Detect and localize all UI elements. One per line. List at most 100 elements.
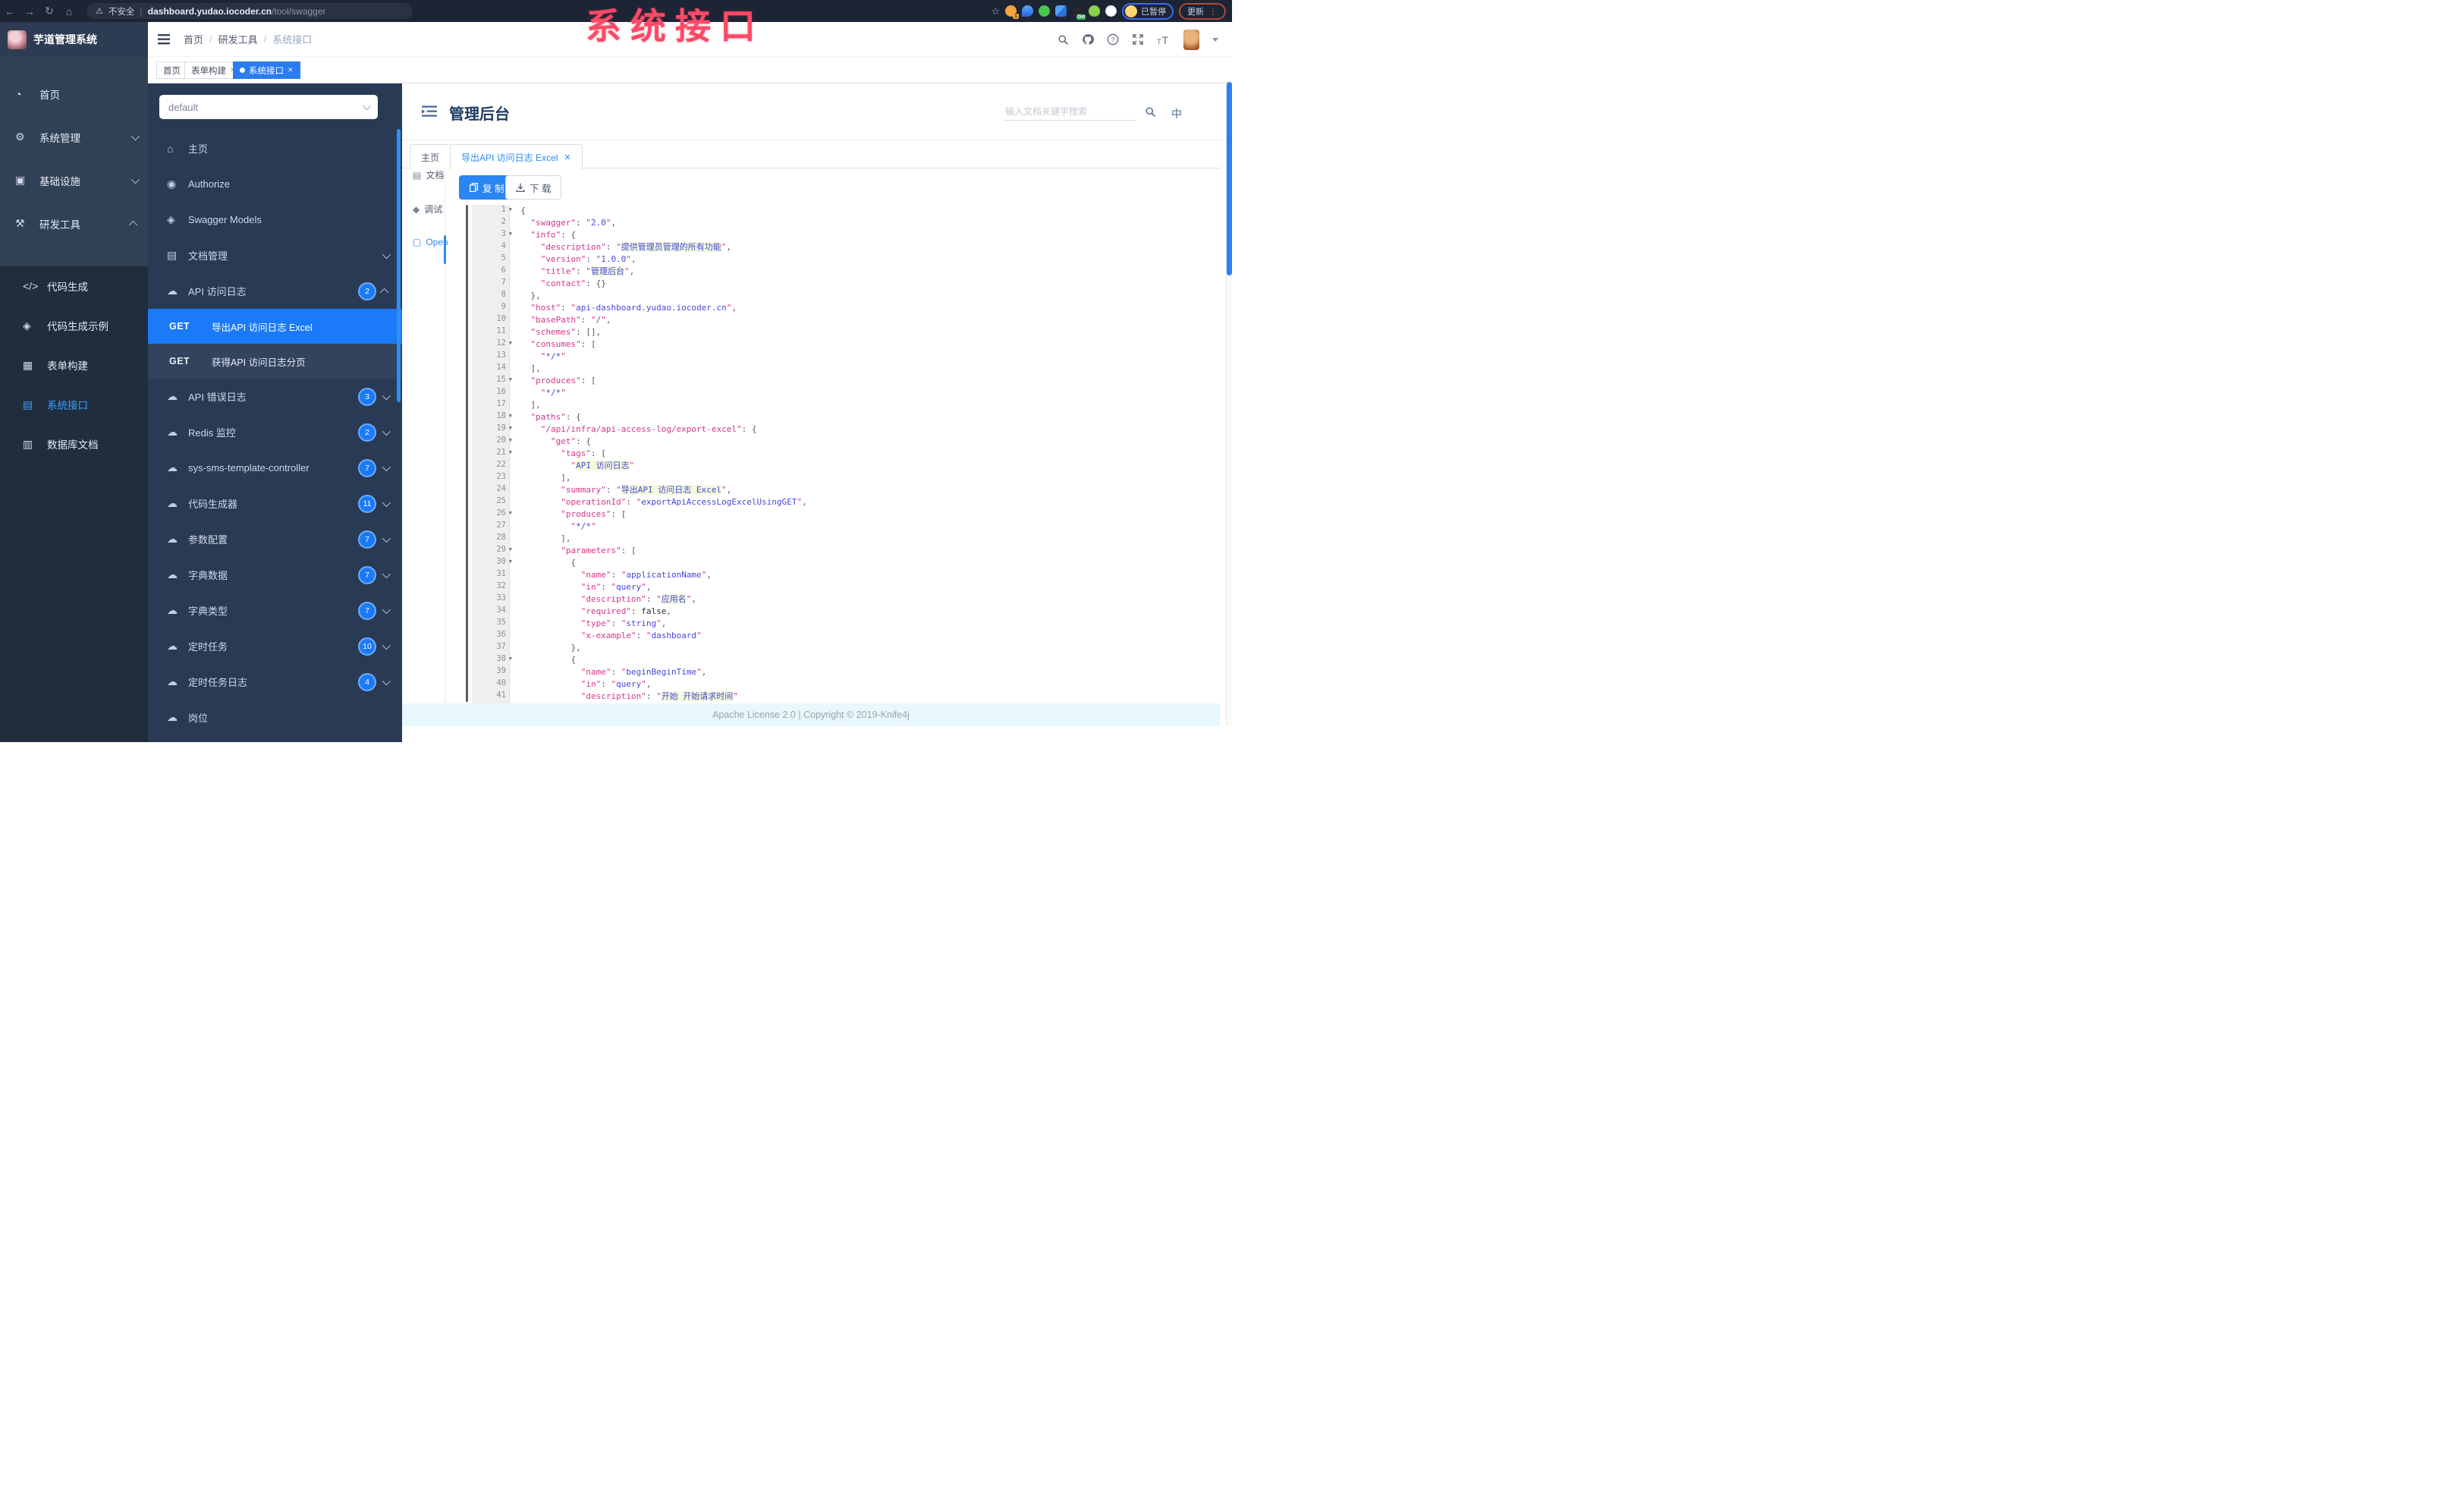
extension-icon[interactable] [1022,5,1033,17]
line-number: 11 [472,326,509,338]
extension-icon[interactable] [1089,5,1100,17]
download-button[interactable]: 下 载 [505,175,561,200]
doc-search-icon[interactable] [1145,106,1156,118]
copy-icon [470,183,478,192]
language-toggle[interactable]: 中 [1171,106,1182,121]
close-icon[interactable]: ✕ [564,153,570,162]
line-number-gutter: 1▼23▼456789101112▼131415▼161718▼19▼20▼21… [472,205,510,703]
footer-text: Apache License 2.0 | Copyright © 2019-Kn… [712,709,910,720]
line-number: 19▼ [472,423,509,436]
doc-menu-item-参数配置[interactable]: ☁参数配置7 [148,521,402,557]
tab-系统接口[interactable]: 系统接口 ✕ [233,61,300,79]
doc-menu-item-定时任务[interactable]: ☁定时任务10 [148,628,402,664]
extension-icon[interactable]: Gn [1072,5,1083,17]
bookmark-star-icon[interactable]: ☆ [991,5,1000,17]
sidebar-collapse-icon[interactable] [158,34,170,45]
shield-icon: ◈ [23,319,41,332]
close-icon[interactable]: ✕ [288,66,294,74]
code-line: }, [511,642,1220,654]
panel-tab-Open[interactable]: ▢Open [413,237,445,247]
doc-menu-item-定时任务日志[interactable]: ☁定时任务日志4 [148,664,402,700]
doc-menu-item-代码生成器[interactable]: ☁代码生成器11 [148,486,402,521]
group-select[interactable]: default [159,95,378,119]
doc-menu-item-API 错误日志[interactable]: ☁API 错误日志3 [148,379,402,414]
doc-menu-item-Redis 监控[interactable]: ☁Redis 监控2 [148,414,402,450]
github-icon[interactable] [1082,33,1094,46]
sidebar-subitem-代码生成示例[interactable]: ◈代码生成示例 [0,306,148,345]
count-badge: 7 [360,532,375,547]
code-line: }, [511,290,1220,302]
sidebar-subitem-表单构建[interactable]: ▦表单构建 [0,345,148,385]
extension-icon[interactable] [1039,5,1050,17]
sidebar-subitem-数据库文档[interactable]: ▥数据库文档 [0,424,148,464]
doc-menu-item-Authorize[interactable]: ◉Authorize [148,166,402,202]
doc-menu-item-label: sys-sms-template-controller [188,462,360,474]
breadcrumb: 首页/研发工具/系统接口 [184,32,312,46]
line-number: 32 [472,581,509,593]
sidebar-subitem-系统接口[interactable]: ▤系统接口 [0,385,148,424]
code-line: "*/*" [511,387,1220,399]
doc-tab-导出API 访问日志 Excel[interactable]: 导出API 访问日志 Excel✕ [450,144,583,170]
api-operation-导出API 访问日志 Excel[interactable]: GET导出API 访问日志 Excel [148,309,402,344]
code-line: { [511,205,1220,217]
scrollbar-thumb[interactable] [1227,82,1232,275]
line-number: 23 [472,472,509,484]
breadcrumb-item[interactable]: 首页 [184,32,203,46]
panel-tab-调试[interactable]: ◆调试 [413,203,445,216]
address-bar[interactable]: ⚠ 不安全 | dashboard.yudao.iocoder.cn/tool/… [86,3,413,19]
panel-tab-文档[interactable]: ▤文档 [413,168,445,181]
sidebar-item-基础设施[interactable]: ▣基础设施 [0,159,148,202]
fullscreen-icon[interactable] [1132,33,1144,46]
forward-icon[interactable]: → [20,5,39,17]
sidebar-subitem-代码生成[interactable]: </>代码生成 [0,266,148,306]
caret-down-icon[interactable] [1212,38,1218,42]
tab-首页[interactable]: 首页 [156,61,187,79]
doc-menu-item-岗位[interactable]: ☁岗位 [148,700,402,735]
app-logo-header[interactable]: 芋道管理系统 [0,22,148,57]
doc-menu-item-主页[interactable]: ⌂主页 [148,131,402,166]
doc-menu-item-字典数据[interactable]: ☁字典数据7 [148,557,402,593]
doc-menu-item-API 访问日志[interactable]: ☁API 访问日志2 [148,273,402,309]
font-size-icon[interactable]: TT [1157,34,1171,46]
reload-icon[interactable]: ↻ [39,5,59,17]
code-editor[interactable]: 1▼23▼456789101112▼131415▼161718▼19▼20▼21… [445,205,1220,703]
chevron-down-icon [382,605,391,613]
sidebar-item-研发工具[interactable]: ⚒研发工具 [0,202,148,245]
update-button[interactable]: 更新⋮ [1179,3,1226,20]
back-icon[interactable]: ← [0,5,20,17]
sidebar-item-label: 系统管理 [39,130,131,145]
count-badge: 3 [360,389,375,404]
extension-icon[interactable] [1105,5,1117,17]
extension-icon[interactable] [1055,5,1067,17]
dashboard-icon: ◔ [15,88,33,100]
breadcrumb-item[interactable]: 系统接口 [272,32,312,46]
tab-label: 系统接口 [249,64,284,77]
doc-tab-主页[interactable]: 主页 [410,144,451,169]
doc-menu-item-字典类型[interactable]: ☁字典类型7 [148,593,402,628]
line-number: 28 [472,533,509,545]
code-line: "description": "提供管理员管理的所有功能", [511,241,1220,253]
help-icon[interactable]: ? [1107,33,1119,46]
doc-menu-item-文档管理[interactable]: ▤文档管理 [148,238,402,273]
sidebar-item-系统管理[interactable]: ⚙系统管理 [0,115,148,159]
editor-left-scrollbar[interactable] [466,205,468,702]
code-line: ], [511,472,1220,484]
user-avatar[interactable] [1183,30,1199,50]
form-icon: ▦ [23,359,41,372]
menu-fold-icon[interactable] [422,105,437,118]
sidebar-item-首页[interactable]: ◔首页 [0,72,148,115]
doc-search-input[interactable] [1004,103,1136,121]
doc-menu-item-Swagger Models[interactable]: ◈Swagger Models [148,202,402,238]
api-operation-获得API 访问日志分页[interactable]: GET获得API 访问日志分页 [148,344,402,379]
search-icon[interactable] [1058,34,1069,46]
home-icon[interactable]: ⌂ [59,5,79,17]
app-logo [8,30,27,49]
sidebar-scrollbar[interactable] [397,129,401,402]
download-icon [516,183,525,192]
doc-menu-item-sys-sms-template-controller[interactable]: ☁sys-sms-template-controller7 [148,450,402,486]
breadcrumb-separator: / [264,33,267,45]
browser-menu-icon[interactable]: ⋮ [1208,6,1218,17]
profile-paused-button[interactable]: 已暂停 [1122,3,1174,20]
breadcrumb-item[interactable]: 研发工具 [218,32,258,46]
extension-icon[interactable]: 1 [1005,5,1017,17]
